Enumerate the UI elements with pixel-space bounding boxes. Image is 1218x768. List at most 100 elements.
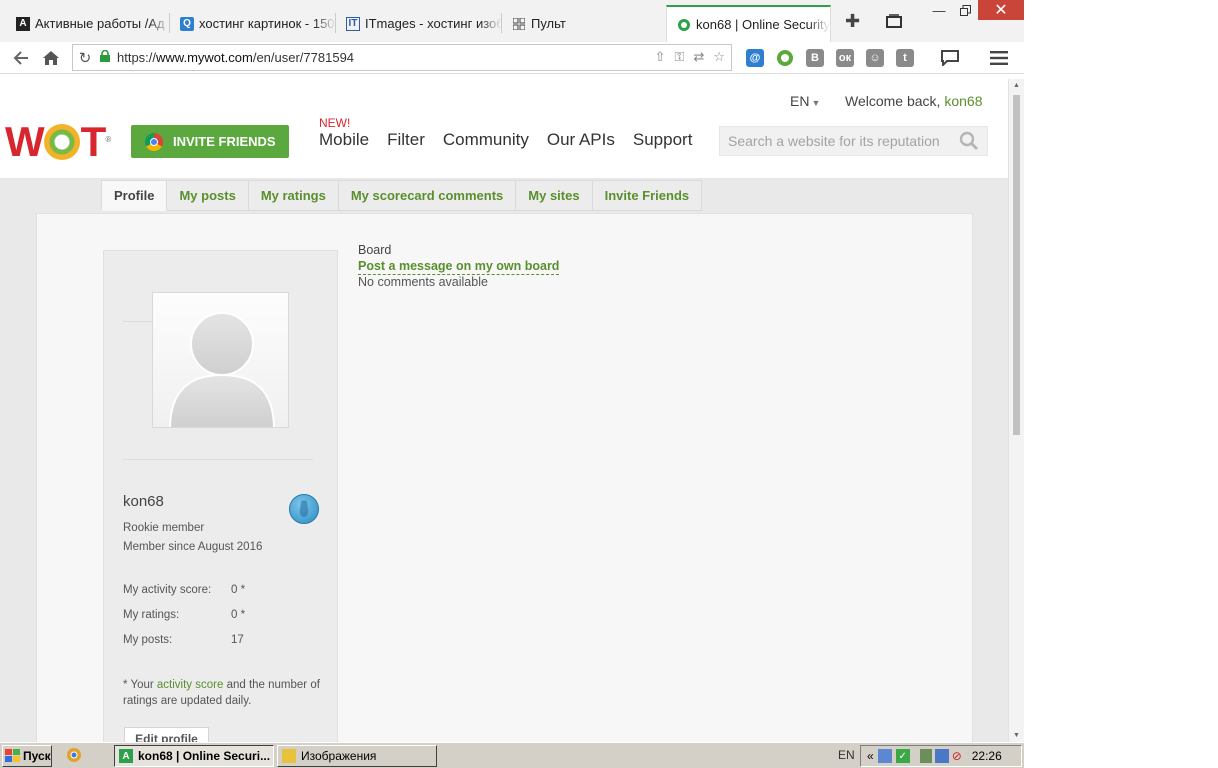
profile-username: kon68 [123,493,164,510]
tray-volume-muted-icon[interactable]: ⊘ [952,749,962,763]
back-icon[interactable] [10,48,32,68]
tab-strip: A Активные работы /Ад Q хостинг картинок… [0,0,1024,42]
a-icon: A [16,16,30,31]
restore-icon[interactable] [952,0,978,20]
wot-tab-icon: A [119,749,133,763]
new-tab-icon[interactable]: ✚ [845,12,860,30]
site-header: W T ® INVITE FRIENDS NEW! Mobile Filter … [0,79,1008,179]
bookmark-star-icon[interactable]: ☆ [713,49,725,65]
profile-rank: Rookie member [123,522,205,534]
stat-posts-value: 17 [231,634,244,646]
search-icon[interactable] [959,131,979,154]
chat-icon[interactable] [941,49,959,67]
web-page: W T ® INVITE FRIENDS NEW! Mobile Filter … [0,79,1008,742]
folder-icon [282,749,296,763]
default-avatar-icon [169,312,275,427]
grid-icon [512,17,526,31]
scroll-up-icon[interactable]: ▲ [1013,82,1020,89]
logo-registered: ® [105,135,112,144]
system-tray: « ✓ ⊘ 22:26 [860,745,1022,767]
browser-tab-2[interactable]: Q хостинг картинок - 150 [164,5,336,42]
home-icon[interactable] [40,48,62,68]
new-badge: NEW! [319,116,351,130]
subtab-my-sites[interactable]: My sites [516,180,593,211]
close-icon[interactable]: ✕ [978,0,1024,20]
profile-subtabs: Profile My posts My ratings My scorecard… [101,180,703,211]
subtab-my-scorecard-comments[interactable]: My scorecard comments [338,180,517,211]
share-icon[interactable]: ⇧ [655,49,666,65]
scrollbar-thumb[interactable] [1013,95,1020,435]
tray-expand-icon[interactable]: « [867,749,874,763]
language-selector[interactable]: EN ▼ [790,93,820,109]
subtab-profile[interactable]: Profile [101,180,168,211]
scroll-down-icon[interactable]: ▼ [1013,732,1020,739]
profile-member-since: Member since August 2016 [123,541,263,553]
mailru-extension-icon[interactable]: ☺ [866,49,884,67]
search-input[interactable] [720,133,950,149]
key-icon[interactable]: ⚿ [675,49,685,65]
welcome-username-link[interactable]: kon68 [944,93,982,109]
start-label: Пуск [23,749,51,763]
tray-monitor-icon[interactable] [934,749,949,763]
site-search [719,126,988,156]
edit-profile-button[interactable]: Edit profile [124,727,209,742]
browser-tab-4[interactable]: Пульт [496,5,666,42]
browser-toolbar: ↻ https://www.mywot.com/en/user/7781594 … [0,42,1024,74]
post-message-link[interactable]: Post a message on my own board [358,259,560,275]
activity-score-link[interactable]: activity score [157,679,223,691]
profile-card: kon68 Rookie member Member since August … [103,250,338,742]
taskbar-item-browser[interactable]: A kon68 | Online Securi... [114,745,274,767]
mail-extension-icon[interactable]: @ [746,49,764,67]
divider [123,321,153,322]
caret-down-icon: ▼ [811,98,821,108]
rank-badge-icon [289,494,319,524]
logo-letter-w: W [5,118,45,165]
divider [123,459,313,460]
twitter-extension-icon[interactable]: t [896,49,914,67]
wot-extension-icon[interactable] [776,49,794,67]
menu-icon[interactable] [990,49,1008,67]
subtab-invite-friends[interactable]: Invite Friends [592,180,703,211]
browser-tab-active[interactable]: kon68 | Online Security [666,5,831,42]
url-scheme: https:// [117,50,157,65]
nav-mobile[interactable]: Mobile [319,130,369,150]
vk-extension-icon[interactable]: B [806,49,824,67]
welcome-message: Welcome back, kon68 [845,93,983,109]
avatar [152,292,289,428]
tab-title: Активные работы /Ад [35,16,165,31]
tab-overview-icon[interactable] [886,13,902,31]
clock[interactable]: 22:26 [972,749,1002,763]
stat-ratings-value: 0 * [231,609,246,621]
nav-community[interactable]: Community [443,130,529,150]
reload-icon[interactable]: ↻ [73,49,97,67]
vertical-scrollbar[interactable]: ▲ ▼ [1008,79,1024,742]
chrome-quicklaunch-icon[interactable] [66,747,82,766]
welcome-prefix: Welcome back, [845,93,941,109]
wot-logo[interactable]: W T ® [5,119,111,163]
nav-filter[interactable]: Filter [387,130,425,150]
taskbar-item-images[interactable]: Изображения [277,745,437,767]
url-path: /en/user/7781594 [252,50,355,65]
subtab-my-ratings[interactable]: My ratings [248,180,339,211]
subtab-my-posts[interactable]: My posts [167,180,249,211]
nav-support[interactable]: Support [633,130,693,150]
browser-tab-3[interactable]: IT ITmages - хостинг изоб [330,5,502,42]
tray-check-icon[interactable]: ✓ [895,749,910,763]
invite-friends-button[interactable]: INVITE FRIENDS [131,125,289,158]
logo-o-mark [43,124,80,160]
it-icon: IT [346,16,360,31]
minimize-icon[interactable]: — [926,0,952,20]
address-bar[interactable]: ↻ https://www.mywot.com/en/user/7781594 … [72,44,732,71]
tray-app-icon[interactable] [919,749,932,763]
nav-our-apis[interactable]: Our APIs [547,130,615,150]
tray-network-icon[interactable] [877,749,892,763]
wot-icon [677,18,691,32]
browser-tab-1[interactable]: A Активные работы /Ад [0,5,170,42]
translate-icon[interactable]: ⇄ [693,49,704,65]
chrome-icon [145,132,163,151]
ok-extension-icon[interactable]: ок [836,49,854,67]
stat-posts-label: My posts: [123,634,173,646]
tab-title: Пульт [531,16,566,31]
start-button[interactable]: Пуск [2,745,52,767]
keyboard-language[interactable]: EN [838,748,855,762]
